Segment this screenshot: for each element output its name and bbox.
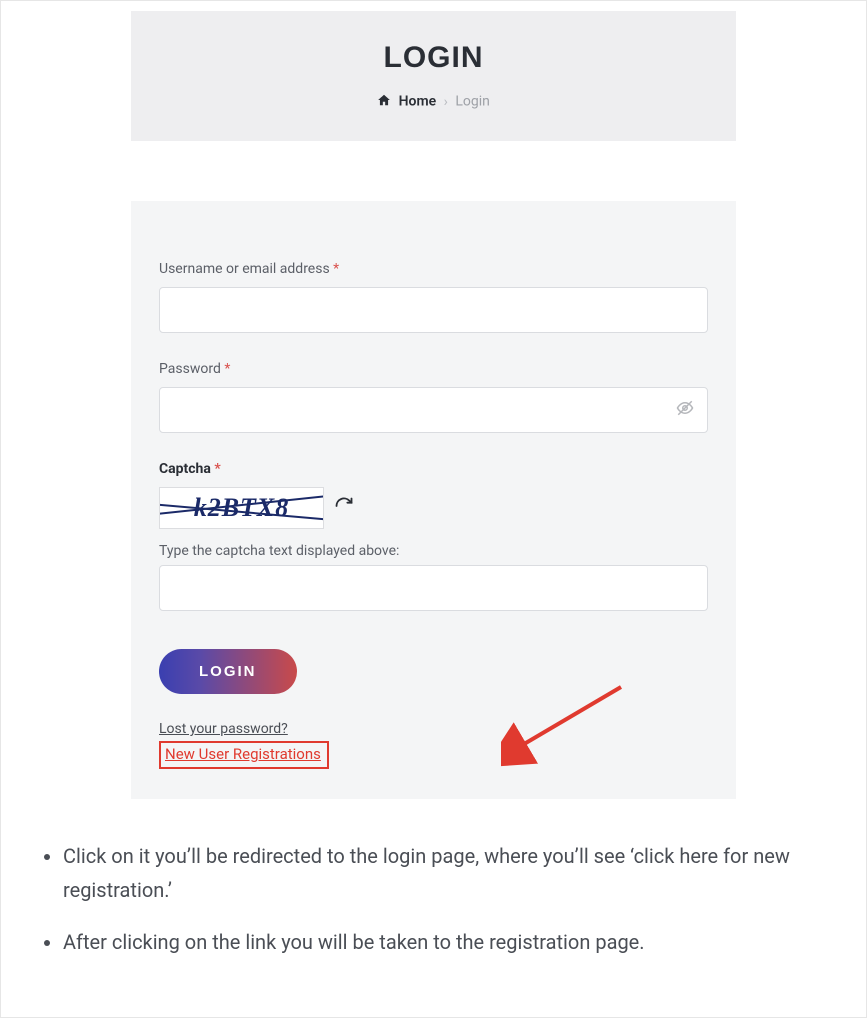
password-label: Password * (159, 361, 708, 377)
breadcrumb-current: Login (455, 94, 490, 110)
lost-password-link[interactable]: Lost your password? (159, 721, 288, 737)
login-button[interactable]: LOGIN (159, 649, 297, 694)
breadcrumb-home-link[interactable]: Home (399, 94, 437, 110)
captcha-input[interactable] (159, 565, 708, 611)
breadcrumb: Home › Login (131, 93, 736, 111)
username-label: Username or email address * (159, 261, 708, 277)
captcha-reload-icon[interactable] (334, 496, 354, 520)
page-header: LOGIN Home › Login (131, 11, 736, 141)
toggle-password-visibility-icon[interactable] (676, 399, 694, 421)
captcha-hint: Type the captcha text displayed above: (159, 543, 708, 559)
captcha-image: k2BTX8 (159, 487, 324, 529)
login-form: Username or email address * Password * (131, 201, 736, 799)
password-input[interactable] (159, 387, 708, 433)
instruction-item: After clicking on the link you will be t… (63, 925, 836, 959)
new-user-registrations-link[interactable]: New User Registrations (159, 741, 329, 769)
username-input[interactable] (159, 287, 708, 333)
instructions-list: Click on it you’ll be redirected to the … (1, 809, 866, 1017)
instruction-item: Click on it you’ll be redirected to the … (63, 839, 836, 907)
breadcrumb-separator: › (444, 94, 448, 110)
captcha-label: Captcha * (159, 461, 708, 477)
home-icon (377, 93, 391, 111)
page-title: LOGIN (131, 41, 736, 75)
